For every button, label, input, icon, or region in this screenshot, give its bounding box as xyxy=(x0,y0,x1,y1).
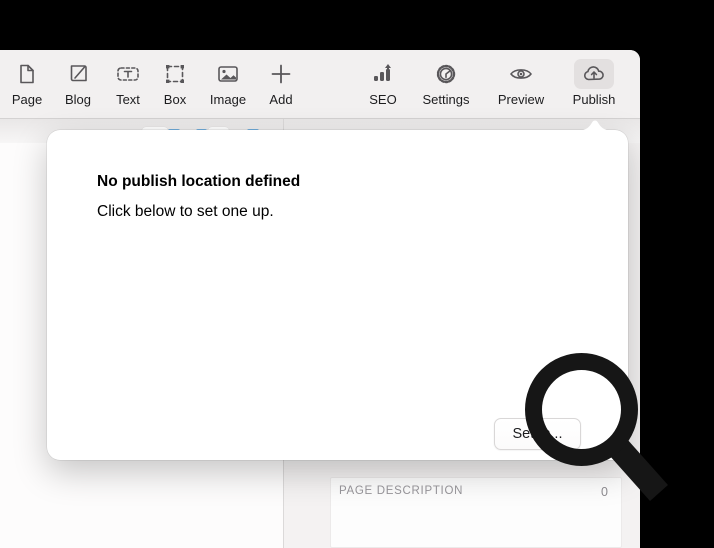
toolbar-label: Settings xyxy=(423,92,470,107)
settings-gear-icon xyxy=(426,59,466,89)
popover-arrow xyxy=(575,119,615,131)
page-icon xyxy=(7,59,47,89)
toolbar-item-seo[interactable]: SEO xyxy=(351,59,415,115)
publish-cloud-icon xyxy=(574,59,614,89)
toolbar-label: Preview xyxy=(498,92,544,107)
page-description-field[interactable]: PAGE DESCRIPTION 0 xyxy=(330,477,622,548)
seo-stats-icon xyxy=(363,59,403,89)
toolbar-label: Blog xyxy=(65,92,91,107)
blog-compose-icon xyxy=(58,59,98,89)
toolbar-item-publish[interactable]: Publish xyxy=(562,59,626,115)
popover-message: Click below to set one up. xyxy=(97,203,274,221)
screen: PAGE DESCRIPTION 0 Page Blog xyxy=(0,0,714,548)
box-selection-icon xyxy=(155,59,195,89)
preview-eye-icon xyxy=(501,59,541,89)
text-block-icon xyxy=(108,59,148,89)
toolbar-label: Image xyxy=(210,92,246,107)
add-plus-icon xyxy=(261,59,301,89)
image-icon xyxy=(208,59,248,89)
toolbar-item-settings[interactable]: Settings xyxy=(414,59,478,115)
toolbar-label: Page xyxy=(12,92,42,107)
page-description-label: PAGE DESCRIPTION xyxy=(339,485,463,497)
toolbar: Page Blog Text Box xyxy=(0,50,640,119)
toolbar-item-preview[interactable]: Preview xyxy=(489,59,553,115)
popover-title: No publish location defined xyxy=(97,173,300,191)
toolbar-label: Box xyxy=(164,92,186,107)
page-description-count: 0 xyxy=(601,485,608,499)
toolbar-label: Text xyxy=(116,92,140,107)
setup-button[interactable]: Setup... xyxy=(494,418,581,450)
toolbar-label: Publish xyxy=(573,92,616,107)
toolbar-item-add[interactable]: Add xyxy=(249,59,313,115)
publish-popover: No publish location defined Click below … xyxy=(47,130,628,460)
toolbar-label: Add xyxy=(269,92,292,107)
toolbar-label: SEO xyxy=(369,92,396,107)
